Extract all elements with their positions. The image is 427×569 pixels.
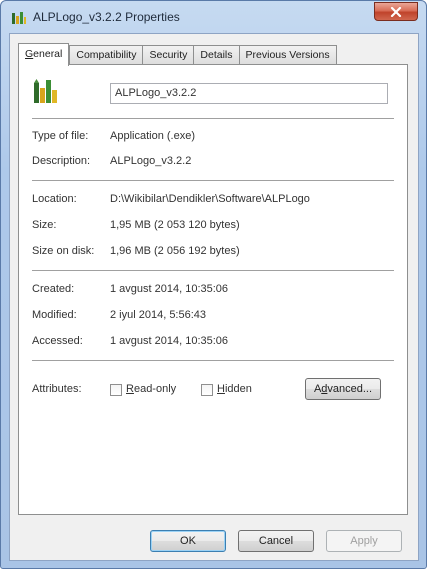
size-value: 1,95 MB (2 053 120 bytes): [110, 219, 240, 231]
tab-strip: General Compatibility Security Details P…: [18, 43, 337, 66]
properties-window: ALPLogo_v3.2.2 Properties General Compat…: [0, 0, 427, 569]
created-label: Created:: [32, 283, 75, 295]
divider: [32, 270, 394, 272]
location-label: Location:: [32, 193, 77, 205]
modified-label: Modified:: [32, 309, 77, 321]
advanced-button[interactable]: Advanced...: [305, 378, 381, 400]
close-button[interactable]: [374, 2, 418, 21]
read-only-checkbox[interactable]: [110, 384, 122, 396]
type-of-file-label: Type of file:: [32, 130, 89, 142]
hidden-label[interactable]: Hidden: [217, 383, 252, 395]
application-icon: [34, 79, 57, 103]
divider: [32, 360, 394, 362]
accessed-label: Accessed:: [32, 335, 83, 347]
type-of-file-value: Application (.exe): [110, 130, 195, 142]
tab-previous-versions[interactable]: Previous Versions: [238, 45, 337, 65]
tab-compatibility[interactable]: Compatibility: [69, 45, 143, 65]
cancel-button[interactable]: Cancel: [238, 530, 314, 552]
description-label: Description:: [32, 155, 91, 167]
tab-security[interactable]: Security: [142, 45, 194, 65]
size-label: Size:: [32, 219, 57, 231]
dialog-client-area: General Compatibility Security Details P…: [9, 33, 419, 561]
description-value: ALPLogo_v3.2.2: [110, 155, 192, 167]
title-bar[interactable]: ALPLogo_v3.2.2 Properties: [1, 1, 426, 33]
accessed-value: 1 avgust 2014, 10:35:06: [110, 335, 229, 347]
ok-button[interactable]: OK: [150, 530, 226, 552]
close-icon: [390, 6, 402, 17]
general-tab-panel: ALPLogo_v3.2.2 Type of file: Application…: [18, 64, 408, 515]
divider: [32, 118, 394, 120]
location-value: D:\Wikibilar\Dendikler\Software\ALPLogo: [110, 193, 310, 205]
window-title: ALPLogo_v3.2.2 Properties: [33, 10, 180, 24]
created-value: 1 avgust 2014, 10:35:06: [110, 283, 229, 295]
attributes-label: Attributes:: [32, 383, 82, 395]
size-on-disk-label: Size on disk:: [32, 245, 95, 257]
tab-details[interactable]: Details: [193, 45, 239, 65]
read-only-label[interactable]: Read-only: [126, 383, 176, 395]
divider: [32, 180, 394, 182]
modified-value: 2 iyul 2014, 5:56:43: [110, 309, 207, 321]
hidden-checkbox[interactable]: [201, 384, 213, 396]
size-on-disk-value: 1,96 MB (2 056 192 bytes): [110, 245, 240, 257]
file-name-field[interactable]: ALPLogo_v3.2.2: [110, 83, 388, 104]
tab-general[interactable]: General: [18, 43, 70, 66]
app-icon-small: [12, 12, 26, 24]
apply-button[interactable]: Apply: [326, 530, 402, 552]
